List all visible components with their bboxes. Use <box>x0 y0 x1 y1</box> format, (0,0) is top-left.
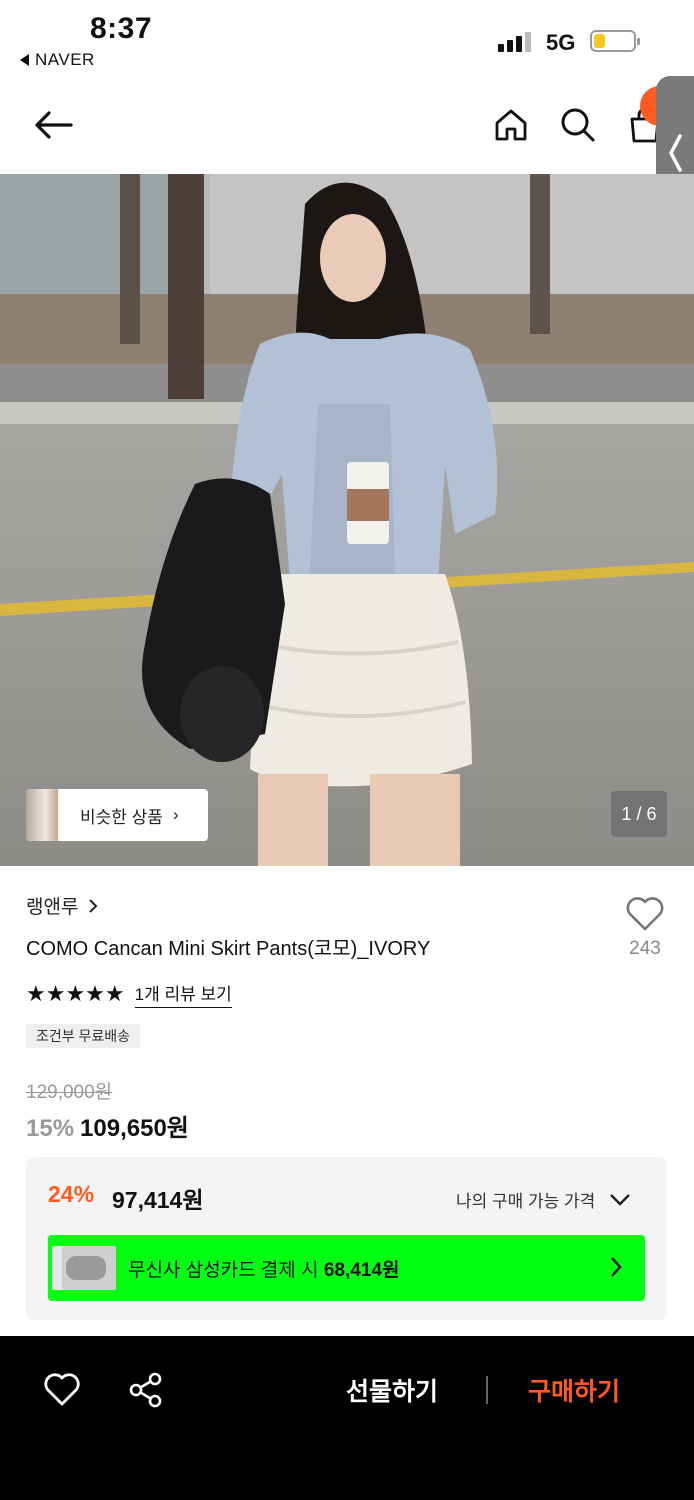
original-price: 129,000원 <box>26 1082 113 1103</box>
back-arrow-icon <box>35 111 73 139</box>
review-link[interactable]: 1개 리뷰 보기 <box>134 980 232 1008</box>
button-divider <box>486 1376 488 1404</box>
like-count: 243 <box>629 938 661 959</box>
sale-price-row: 15% 109,650원 <box>26 1108 189 1143</box>
product-photo <box>0 174 694 866</box>
brand-name: 랭앤루 <box>26 897 79 918</box>
sale-price: 109,650원 <box>80 1115 189 1142</box>
back-button[interactable] <box>28 100 78 150</box>
status-bar: 8:37 NAVER 5G <box>0 0 694 80</box>
signal-icon <box>498 32 531 52</box>
member-price-box: 24% 97,414원 나의 구매 가능 가격 무신사 삼성카드 결제 시 68… <box>26 1157 667 1320</box>
search-icon <box>561 108 595 142</box>
bottom-action-bar: 선물하기 구매하기 <box>0 1336 694 1500</box>
back-to-app[interactable]: NAVER <box>20 50 95 70</box>
product-title: COMO Cancan Mini Skirt Pants(코모)_IVORY <box>26 938 431 960</box>
product-image[interactable] <box>0 174 694 866</box>
member-discount-rate: 24% <box>48 1181 95 1207</box>
card-promo-amount: 68,414원 <box>323 1259 400 1281</box>
battery-fill <box>594 34 605 48</box>
heart-icon <box>626 897 664 931</box>
home-button[interactable] <box>486 100 536 150</box>
home-icon <box>495 109 527 141</box>
rating-stars-icon: ★★★★★ <box>26 981 125 1006</box>
chevron-down-icon <box>610 1193 631 1206</box>
similar-products-label: 비슷한 상품 <box>80 807 163 827</box>
back-triangle-icon <box>20 54 29 66</box>
card-image <box>52 1246 116 1290</box>
member-price: 97,414원 <box>112 1187 204 1213</box>
card-promo-banner[interactable]: 무신사 삼성카드 결제 시 68,414원 <box>48 1235 645 1301</box>
card-promo-text: 무신사 삼성카드 결제 시 68,414원 <box>128 1259 400 1281</box>
status-time: 8:37 <box>90 12 153 45</box>
image-page-indicator: 1 / 6 <box>611 791 667 837</box>
similar-products-button[interactable]: 비슷한 상품 › <box>26 789 208 841</box>
battery-icon <box>590 30 640 52</box>
chevron-right-icon: › <box>172 805 179 824</box>
brand-link[interactable]: 랭앤루 <box>26 892 98 919</box>
buy-button[interactable]: 구매하기 <box>528 1372 620 1408</box>
rating-row: ★★★★★ 1개 리뷰 보기 <box>26 980 232 1008</box>
chevron-right-icon <box>89 898 98 913</box>
search-button[interactable] <box>553 100 603 150</box>
discount-rate: 15% <box>26 1115 75 1142</box>
wishlist-heart-icon[interactable] <box>44 1372 80 1408</box>
shipping-badge: 조건부 무료배송 <box>26 1024 141 1048</box>
member-price-toggle[interactable]: 나의 구매 가능 가격 <box>456 1187 631 1212</box>
member-price-label: 나의 구매 가능 가격 <box>456 1192 596 1211</box>
like-button[interactable]: 243 <box>620 896 670 960</box>
back-app-label: NAVER <box>35 50 95 69</box>
chevron-right-icon <box>611 1257 622 1277</box>
top-nav <box>0 82 694 172</box>
network-type: 5G <box>546 30 576 55</box>
share-icon[interactable] <box>128 1372 164 1408</box>
chevron-left-icon <box>669 134 682 172</box>
similar-product-thumbnail <box>26 789 58 841</box>
gift-button[interactable]: 선물하기 <box>346 1372 438 1408</box>
